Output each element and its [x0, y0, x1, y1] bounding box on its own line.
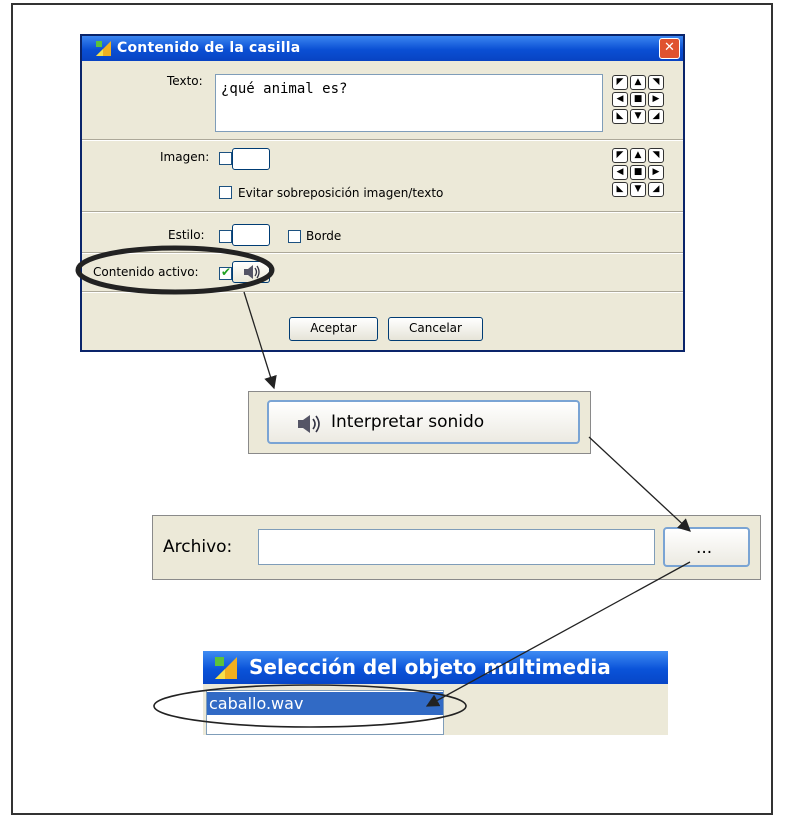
checkmark-icon: ✔: [221, 265, 232, 279]
border-label: Borde: [306, 229, 342, 243]
texto-textarea[interactable]: ¿qué animal es?: [215, 74, 603, 132]
align-top-right-icon[interactable]: ◥: [648, 75, 664, 90]
texto-label: Texto:: [167, 74, 203, 88]
align-bottom-right-icon[interactable]: ◢: [648, 182, 664, 197]
active-content-checkbox[interactable]: ✔: [219, 265, 232, 280]
estilo-picker-button[interactable]: [232, 224, 270, 246]
align-right-icon[interactable]: ▶: [648, 165, 664, 180]
estilo-label: Estilo:: [168, 228, 205, 242]
dialog-titlebar: Contenido de la casilla ✕: [82, 36, 683, 61]
align-bottom-left-icon[interactable]: ◣: [612, 109, 628, 124]
separator: [82, 139, 683, 141]
align-down-icon[interactable]: ▼: [630, 109, 646, 124]
estilo-checkbox[interactable]: [219, 230, 232, 243]
file-panel: Archivo: ...: [152, 515, 761, 580]
align-up-icon[interactable]: ▲: [630, 148, 646, 163]
app-icon: [215, 657, 237, 679]
align-bottom-left-icon[interactable]: ◣: [612, 182, 628, 197]
media-selection-title: Selección del objeto multimedia: [249, 655, 611, 679]
app-icon: [96, 41, 111, 56]
image-alignment-grid: ◤ ▲ ◥ ◀ ■ ▶ ◣ ▼ ◢: [612, 148, 664, 197]
imagen-picker-button[interactable]: [232, 148, 270, 170]
play-sound-label: Interpretar sonido: [331, 412, 485, 432]
play-sound-panel: Interpretar sonido: [248, 391, 591, 454]
speaker-icon: [298, 415, 320, 433]
align-top-right-icon[interactable]: ◥: [648, 148, 664, 163]
cancel-button[interactable]: Cancelar: [388, 317, 483, 341]
close-button[interactable]: ✕: [659, 38, 680, 59]
speaker-icon: [244, 265, 260, 279]
browse-button[interactable]: ...: [663, 527, 750, 567]
avoid-overlap-checkbox[interactable]: [219, 186, 232, 199]
play-sound-button[interactable]: Interpretar sonido: [267, 400, 580, 444]
browse-label: ...: [696, 538, 713, 558]
file-label: Archivo:: [163, 537, 233, 557]
separator: [82, 291, 683, 293]
cell-content-dialog: Contenido de la casilla ✕ Texto: ¿qué an…: [80, 34, 685, 352]
active-content-button[interactable]: [232, 261, 270, 283]
separator: [82, 211, 683, 213]
imagen-checkbox[interactable]: [219, 152, 232, 165]
align-down-icon[interactable]: ▼: [630, 182, 646, 197]
separator: [82, 252, 683, 254]
align-left-icon[interactable]: ◀: [612, 92, 628, 107]
align-center-icon[interactable]: ■: [630, 165, 646, 180]
align-top-left-icon[interactable]: ◤: [612, 148, 628, 163]
align-right-icon[interactable]: ▶: [648, 92, 664, 107]
align-up-icon[interactable]: ▲: [630, 75, 646, 90]
file-input[interactable]: [258, 529, 655, 565]
text-alignment-grid: ◤ ▲ ◥ ◀ ■ ▶ ◣ ▼ ◢: [612, 75, 664, 124]
align-left-icon[interactable]: ◀: [612, 165, 628, 180]
imagen-label: Imagen:: [160, 150, 210, 164]
media-selection-titlebar: Selección del objeto multimedia: [203, 651, 668, 684]
align-center-icon[interactable]: ■: [630, 92, 646, 107]
dialog-title: Contenido de la casilla: [117, 40, 301, 56]
active-content-label: Contenido activo:: [93, 265, 199, 279]
avoid-overlap-label: Evitar sobreposición imagen/texto: [238, 186, 444, 200]
accept-button[interactable]: Aceptar: [289, 317, 378, 341]
align-top-left-icon[interactable]: ◤: [612, 75, 628, 90]
border-checkbox[interactable]: [288, 230, 301, 243]
list-item[interactable]: caballo.wav: [207, 692, 443, 715]
align-bottom-right-icon[interactable]: ◢: [648, 109, 664, 124]
